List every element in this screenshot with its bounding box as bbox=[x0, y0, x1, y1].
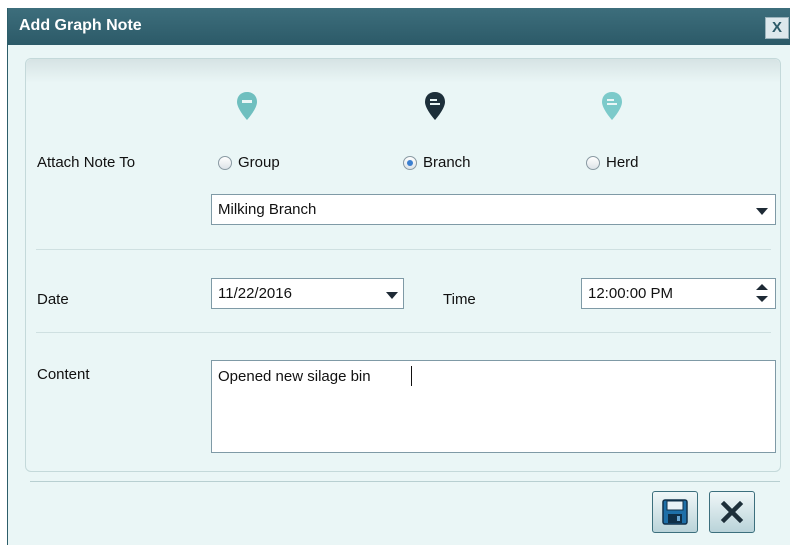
branch-radio-label[interactable]: Branch bbox=[423, 154, 471, 171]
title-bar[interactable]: Add Graph Note X bbox=[8, 8, 790, 45]
attach-note-label: Attach Note To bbox=[37, 154, 136, 171]
divider bbox=[36, 332, 771, 333]
footer-divider bbox=[30, 481, 780, 482]
group-radio-label[interactable]: Group bbox=[238, 154, 280, 171]
text-caret bbox=[411, 366, 412, 386]
chevron-down-icon[interactable] bbox=[756, 208, 768, 215]
spin-arrows-icon[interactable] bbox=[756, 282, 768, 306]
time-label: Time bbox=[443, 291, 476, 308]
branch-radio[interactable] bbox=[403, 156, 417, 170]
date-value: 11/22/2016 bbox=[218, 285, 292, 302]
herd-radio[interactable] bbox=[586, 156, 600, 170]
herd-radio-label[interactable]: Herd bbox=[606, 154, 639, 171]
content-value: Opened new silage bin bbox=[218, 368, 371, 385]
content-label: Content bbox=[37, 366, 90, 383]
close-window-button[interactable]: X bbox=[765, 17, 789, 39]
content-textarea[interactable]: Opened new silage bin bbox=[211, 360, 776, 453]
branch-pin-icon bbox=[425, 92, 445, 120]
chevron-down-icon[interactable] bbox=[386, 292, 398, 299]
dialog-window: Add Graph Note X Attach Note To Group Br… bbox=[7, 8, 790, 545]
time-value: 12:00:00 PM bbox=[588, 285, 674, 302]
branch-select[interactable]: Milking Branch bbox=[211, 194, 776, 225]
group-radio[interactable] bbox=[218, 156, 232, 170]
panel-header-strip bbox=[26, 59, 780, 83]
close-icon bbox=[720, 500, 744, 524]
form-panel: Attach Note To Group Branch Herd Milking… bbox=[25, 58, 781, 472]
time-stepper[interactable]: 12:00:00 PM bbox=[581, 278, 776, 309]
dialog-title: Add Graph Note bbox=[19, 17, 142, 34]
group-pin-icon bbox=[237, 92, 257, 120]
save-button[interactable] bbox=[652, 491, 698, 533]
herd-pin-icon bbox=[602, 92, 622, 120]
date-label: Date bbox=[37, 291, 69, 308]
date-picker[interactable]: 11/22/2016 bbox=[211, 278, 404, 309]
divider bbox=[36, 249, 771, 250]
cancel-button[interactable] bbox=[709, 491, 755, 533]
floppy-disk-icon bbox=[662, 499, 688, 525]
branch-select-value: Milking Branch bbox=[218, 201, 317, 218]
